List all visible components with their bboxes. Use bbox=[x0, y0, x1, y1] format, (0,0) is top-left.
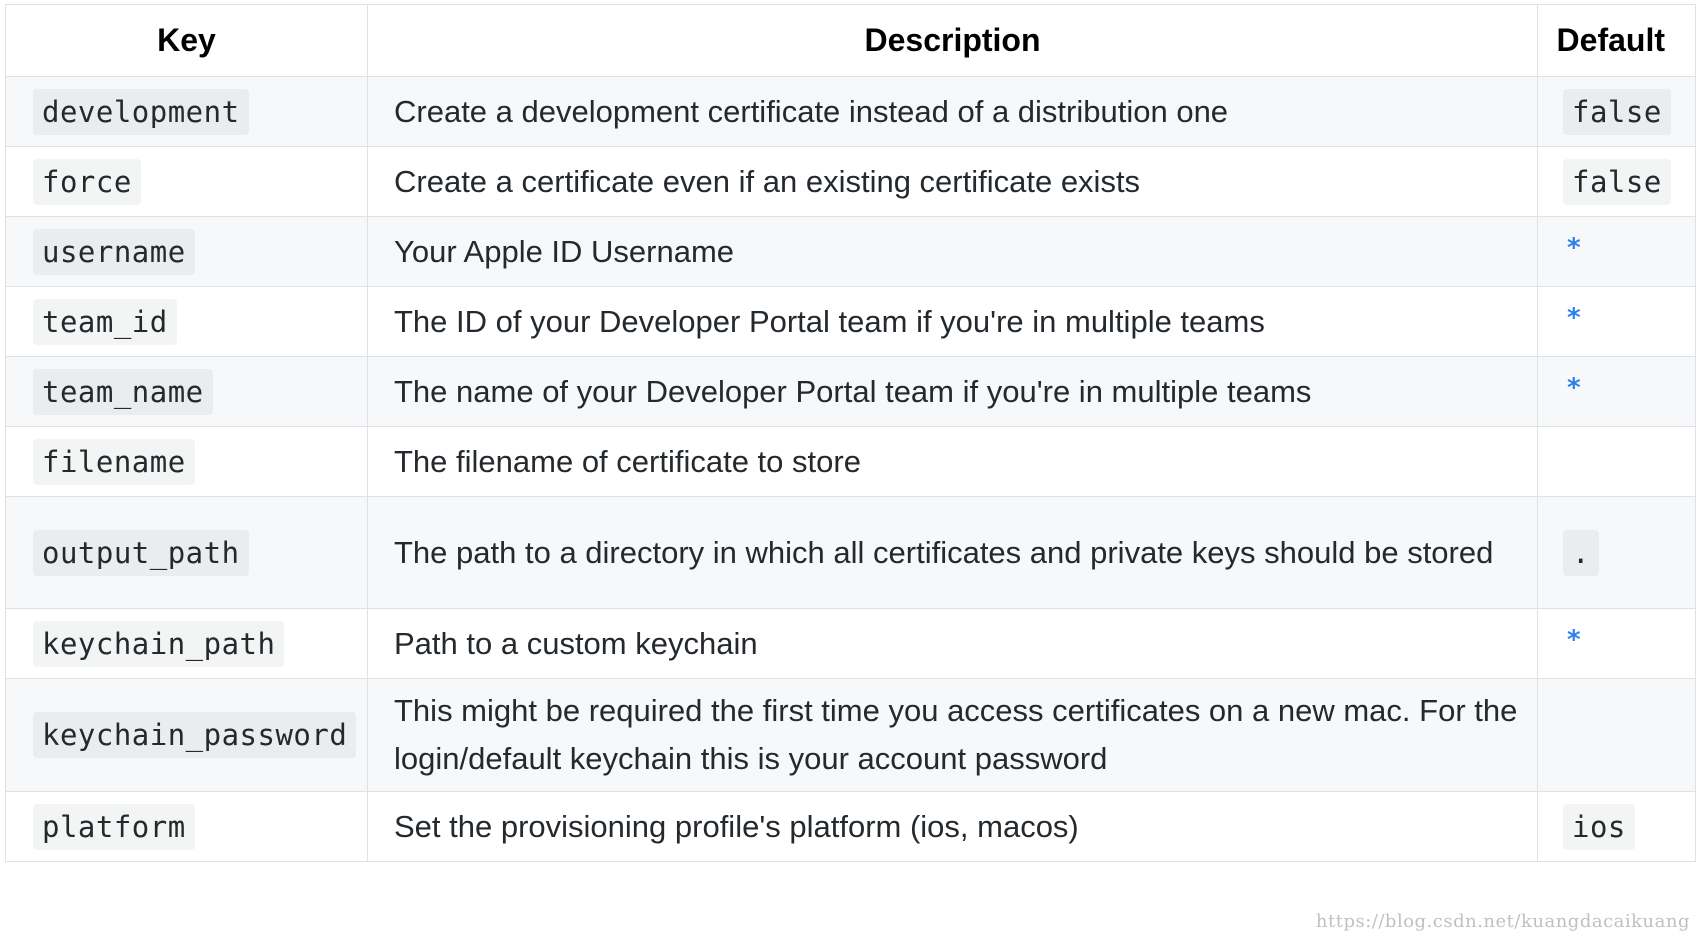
key-cell: username bbox=[5, 216, 368, 287]
key-cell: team_id bbox=[5, 286, 368, 357]
default-cell bbox=[1537, 426, 1696, 497]
table-row: output_path The path to a directory in w… bbox=[5, 496, 1696, 609]
default-value: false bbox=[1563, 88, 1671, 135]
key-cell: keychain_password bbox=[5, 678, 368, 792]
description-cell: Your Apple ID Username bbox=[367, 216, 1538, 287]
option-key: development bbox=[33, 88, 249, 135]
option-key: username bbox=[33, 228, 195, 275]
table-row: force Create a certificate even if an ex… bbox=[5, 146, 1696, 217]
default-value: ios bbox=[1563, 803, 1635, 850]
description-cell: Set the provisioning profile's platform … bbox=[367, 791, 1538, 862]
default-cell bbox=[1537, 678, 1696, 792]
option-key: filename bbox=[33, 438, 195, 485]
default-cell: * bbox=[1537, 608, 1696, 679]
option-key: output_path bbox=[33, 529, 249, 576]
default-cell: . bbox=[1537, 496, 1696, 609]
description-cell: Create a development certificate instead… bbox=[367, 76, 1538, 147]
asterisk-link[interactable]: * bbox=[1566, 625, 1582, 655]
watermark: https://blog.csdn.net/kuangdacaikuang bbox=[1315, 911, 1690, 932]
description-cell: The ID of your Developer Portal team if … bbox=[367, 286, 1538, 357]
asterisk-link[interactable]: * bbox=[1566, 233, 1582, 263]
table-row: team_name The name of your Developer Por… bbox=[5, 356, 1696, 427]
option-key: team_id bbox=[33, 298, 177, 345]
table-row: filename The filename of certificate to … bbox=[5, 426, 1696, 497]
key-cell: filename bbox=[5, 426, 368, 497]
default-cell: * bbox=[1537, 356, 1696, 427]
asterisk-link[interactable]: * bbox=[1566, 373, 1582, 403]
key-cell: platform bbox=[5, 791, 368, 862]
header-key: Key bbox=[5, 4, 368, 77]
description-cell: The name of your Developer Portal team i… bbox=[367, 356, 1538, 427]
description-cell: The path to a directory in which all cer… bbox=[367, 496, 1538, 609]
option-key: keychain_path bbox=[33, 620, 285, 667]
table-row: platform Set the provisioning profile's … bbox=[5, 791, 1696, 862]
table-row: keychain_password This might be required… bbox=[5, 678, 1696, 792]
table-row: username Your Apple ID Username * bbox=[5, 216, 1696, 287]
default-value: false bbox=[1563, 158, 1671, 205]
default-value: . bbox=[1563, 529, 1599, 576]
default-cell: ios bbox=[1537, 791, 1696, 862]
description-cell: Path to a custom keychain bbox=[367, 608, 1538, 679]
key-cell: team_name bbox=[5, 356, 368, 427]
key-cell: development bbox=[5, 76, 368, 147]
default-cell: * bbox=[1537, 216, 1696, 287]
table-row: keychain_path Path to a custom keychain … bbox=[5, 608, 1696, 679]
key-cell: force bbox=[5, 146, 368, 217]
default-cell: false bbox=[1537, 76, 1696, 147]
description-cell: Create a certificate even if an existing… bbox=[367, 146, 1538, 217]
header-description: Description bbox=[367, 4, 1538, 77]
option-key: platform bbox=[33, 803, 195, 850]
default-cell: false bbox=[1537, 146, 1696, 217]
header-default: Default bbox=[1537, 4, 1696, 77]
option-key: keychain_password bbox=[33, 712, 357, 758]
option-key: team_name bbox=[33, 368, 213, 415]
table-row: team_id The ID of your Developer Portal … bbox=[5, 286, 1696, 357]
option-key: force bbox=[33, 158, 141, 205]
table-row: development Create a development certifi… bbox=[5, 76, 1696, 147]
description-cell: The filename of certificate to store bbox=[367, 426, 1538, 497]
options-table: Key Description Default development Crea… bbox=[5, 4, 1696, 862]
default-cell: * bbox=[1537, 286, 1696, 357]
key-cell: output_path bbox=[5, 496, 368, 609]
description-cell: This might be required the first time yo… bbox=[367, 678, 1538, 792]
key-cell: keychain_path bbox=[5, 608, 368, 679]
table-header-row: Key Description Default bbox=[5, 4, 1696, 77]
asterisk-link[interactable]: * bbox=[1566, 303, 1582, 333]
